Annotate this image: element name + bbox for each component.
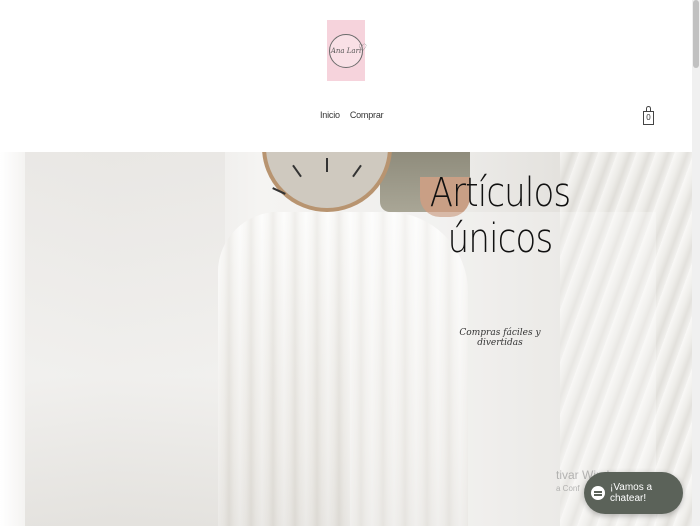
cart-count: 0: [646, 113, 651, 122]
cart-button[interactable]: 0: [643, 106, 655, 126]
watch-image: [262, 152, 392, 212]
chat-button[interactable]: ¡Vamos a chatear!: [584, 472, 683, 514]
page-scrollbar[interactable]: [692, 0, 700, 526]
chat-label: ¡Vamos a chatear!: [610, 482, 653, 504]
chat-bubble-icon: [591, 486, 605, 500]
hero-title-line1: Artículos: [429, 170, 571, 216]
hero-title-line2: únicos: [447, 216, 554, 262]
main-nav: Inicio Comprar: [320, 110, 384, 120]
site-logo[interactable]: Ana Lari ♡: [327, 20, 367, 81]
nav-item-inicio[interactable]: Inicio: [320, 110, 340, 120]
nav-item-comprar[interactable]: Comprar: [350, 110, 384, 120]
hero-title: Artículos únicos: [427, 170, 573, 262]
site-header: Ana Lari ♡ Inicio Comprar 0: [0, 0, 692, 152]
heart-icon: ♡: [358, 42, 367, 54]
logo-badge: Ana Lari ♡: [329, 33, 367, 68]
scrollbar-thumb[interactable]: [693, 0, 699, 68]
logo-text: Ana Lari: [330, 46, 362, 55]
hero-subtitle: Compras fáciles y divertidas: [459, 328, 541, 348]
